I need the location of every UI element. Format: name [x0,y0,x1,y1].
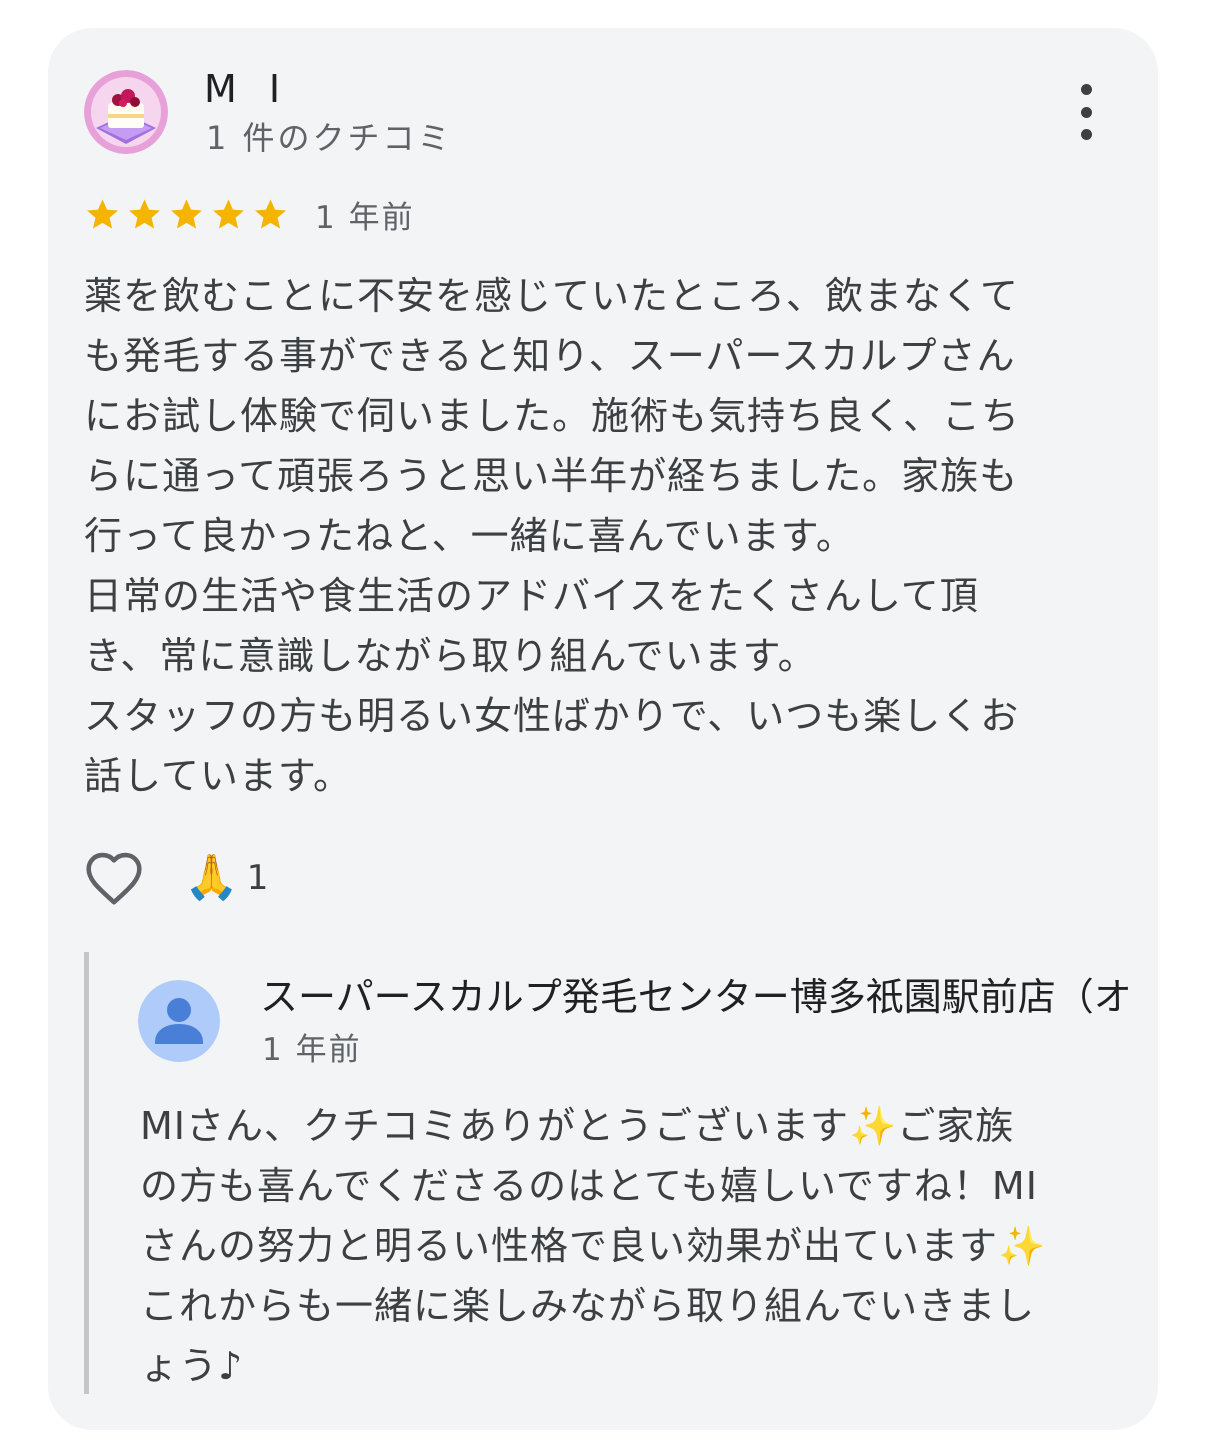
more-vert-icon [1080,84,1092,95]
reply-text-line: MIさん、クチコミありがとうございます✨ご家族 [140,1104,1015,1148]
review-text-line: スタッフの方も明るい女性ばかりで、いつも楽しくお [84,694,1020,738]
reply-date: 1 年前 [262,1032,362,1068]
review-text: 薬を飲むことに不安を感じていたところ、飲まなくて も発毛する事ができると知り、スー… [84,266,1094,806]
folded-hands-emoji-icon: 🙏 [184,852,239,903]
default-person-icon [138,980,220,1062]
reply-divider [84,952,89,1394]
owner-avatar [138,980,220,1062]
review-card: M I 1 件のクチコミ 1 年前 薬を飲むことに不安を感じていたところ、飲まな… [48,28,1158,1430]
reviewer-review-count: 1 件のクチコミ [206,119,453,157]
star-icon [255,198,286,229]
reviewer-name[interactable]: M I [204,66,290,112]
reply-text-line: ょう♪ [140,1344,244,1388]
heart-outline-icon[interactable] [82,846,146,910]
review-date: 1 年前 [315,199,415,236]
reply-text-line: の方も喜んでくださるのはとても嬉しいですね！MI [140,1164,1038,1208]
review-text-line: 行って良かったねと、一緒に喜んでいます。 [84,514,855,558]
reply-text-line: さんの努力と明るい性格で良い効果が出ています✨ [140,1224,1047,1268]
review-actions: 🙏 1 [82,846,268,910]
more-options-button[interactable] [1068,84,1104,140]
review-text-line: にお試し体験で伺いました。施術も気持ち良く、こち [84,394,1021,438]
star-icon [213,198,244,229]
review-text-line: 話しています。 [84,754,353,798]
review-text-line: き、常に意識しながら取り組んでいます。 [84,634,817,678]
star-rating [84,196,289,233]
review-text-line: 薬を飲むことに不安を感じていたところ、飲まなくて [84,274,1019,318]
reaction-chip[interactable]: 🙏 1 [184,853,268,903]
cake-avatar-image [84,70,168,154]
reply-text-line: これからも一緒に楽しみながら取り組んでいきまし [140,1284,1036,1328]
rating-row: 1 年前 [84,194,415,236]
star-icon [87,198,118,229]
star-icon [129,198,160,229]
reaction-count: 1 [246,858,269,898]
reviewer-avatar[interactable] [84,70,168,154]
review-text-line: らに通って頑張ろうと思い半年が経ちました。家族も [84,454,1019,498]
owner-reply-text: MIさん、クチコミありがとうございます✨ご家族 の方も喜んでくださるのはとても嬉し… [140,1096,1130,1396]
review-text-line: も発毛する事ができると知り、スーパースカルプさん [84,334,1016,378]
star-icon [171,198,202,229]
review-text-line: 日常の生活や食生活のアドバイスをたくさんして頂 [84,574,979,618]
owner-name: スーパースカルプ発毛センター博多祇園駅前店（オ [260,975,1132,1019]
